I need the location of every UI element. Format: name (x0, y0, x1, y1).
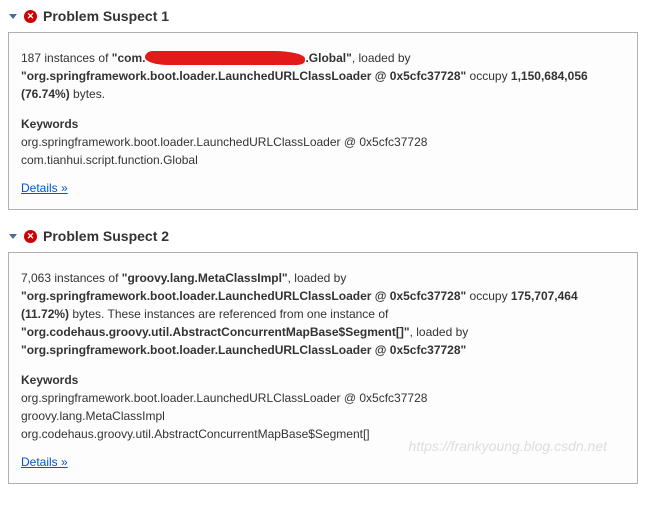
details-link[interactable]: Details » (21, 179, 68, 197)
suspect-content: 187 instances of "com. .Global", loaded b… (8, 32, 638, 210)
loaded-by-label: , loaded by (352, 51, 411, 65)
keyword-line: groovy.lang.MetaClassImpl (21, 407, 625, 425)
section-title: Problem Suspect 2 (43, 228, 169, 244)
loader-name: "org.springframework.boot.loader.Launche… (21, 289, 466, 303)
class-name: "groovy.lang.MetaClassImpl" (122, 271, 288, 285)
ref-loader: "org.springframework.boot.loader.Launche… (21, 343, 466, 357)
ref-loaded-by: , loaded by (410, 325, 469, 339)
collapse-icon[interactable] (8, 231, 18, 241)
class-prefix: "com. (112, 51, 146, 65)
ref-class: "org.codehaus.groovy.util.AbstractConcur… (21, 325, 410, 339)
class-suffix: .Global" (305, 51, 351, 65)
keyword-line: org.springframework.boot.loader.Launched… (21, 133, 625, 151)
keyword-line: org.codehaus.groovy.util.AbstractConcurr… (21, 425, 625, 443)
bytes-label: bytes. These instances are referenced fr… (69, 307, 388, 321)
loader-name: "org.springframework.boot.loader.Launche… (21, 69, 466, 83)
keyword-line: com.tianhui.script.function.Global (21, 151, 625, 169)
collapse-icon[interactable] (8, 11, 18, 21)
suspect-summary: 187 instances of "com. .Global", loaded b… (21, 49, 625, 103)
keywords-heading: Keywords (21, 371, 625, 389)
error-icon: ✕ (24, 10, 37, 23)
suspect-content: 7,063 instances of "groovy.lang.MetaClas… (8, 252, 638, 484)
details-link[interactable]: Details » (21, 453, 68, 471)
instances-label: instances of (51, 271, 122, 285)
problem-suspect-section: ✕ Problem Suspect 1 187 instances of "co… (8, 8, 638, 210)
section-title: Problem Suspect 1 (43, 8, 169, 24)
section-header[interactable]: ✕ Problem Suspect 2 (8, 228, 638, 244)
keywords-heading: Keywords (21, 115, 625, 133)
instances-label: instances of (41, 51, 112, 65)
problem-suspect-section: ✕ Problem Suspect 2 7,063 instances of "… (8, 228, 638, 484)
redacted-icon (145, 51, 305, 65)
occupy-label: occupy (466, 69, 511, 83)
occupy-label: occupy (466, 289, 511, 303)
bytes-label: bytes. (70, 87, 105, 101)
error-icon: ✕ (24, 230, 37, 243)
loaded-by-label: , loaded by (288, 271, 347, 285)
keyword-line: org.springframework.boot.loader.Launched… (21, 389, 625, 407)
suspect-summary: 7,063 instances of "groovy.lang.MetaClas… (21, 269, 625, 359)
instance-count: 187 (21, 51, 41, 65)
instance-count: 7,063 (21, 271, 51, 285)
section-header[interactable]: ✕ Problem Suspect 1 (8, 8, 638, 24)
